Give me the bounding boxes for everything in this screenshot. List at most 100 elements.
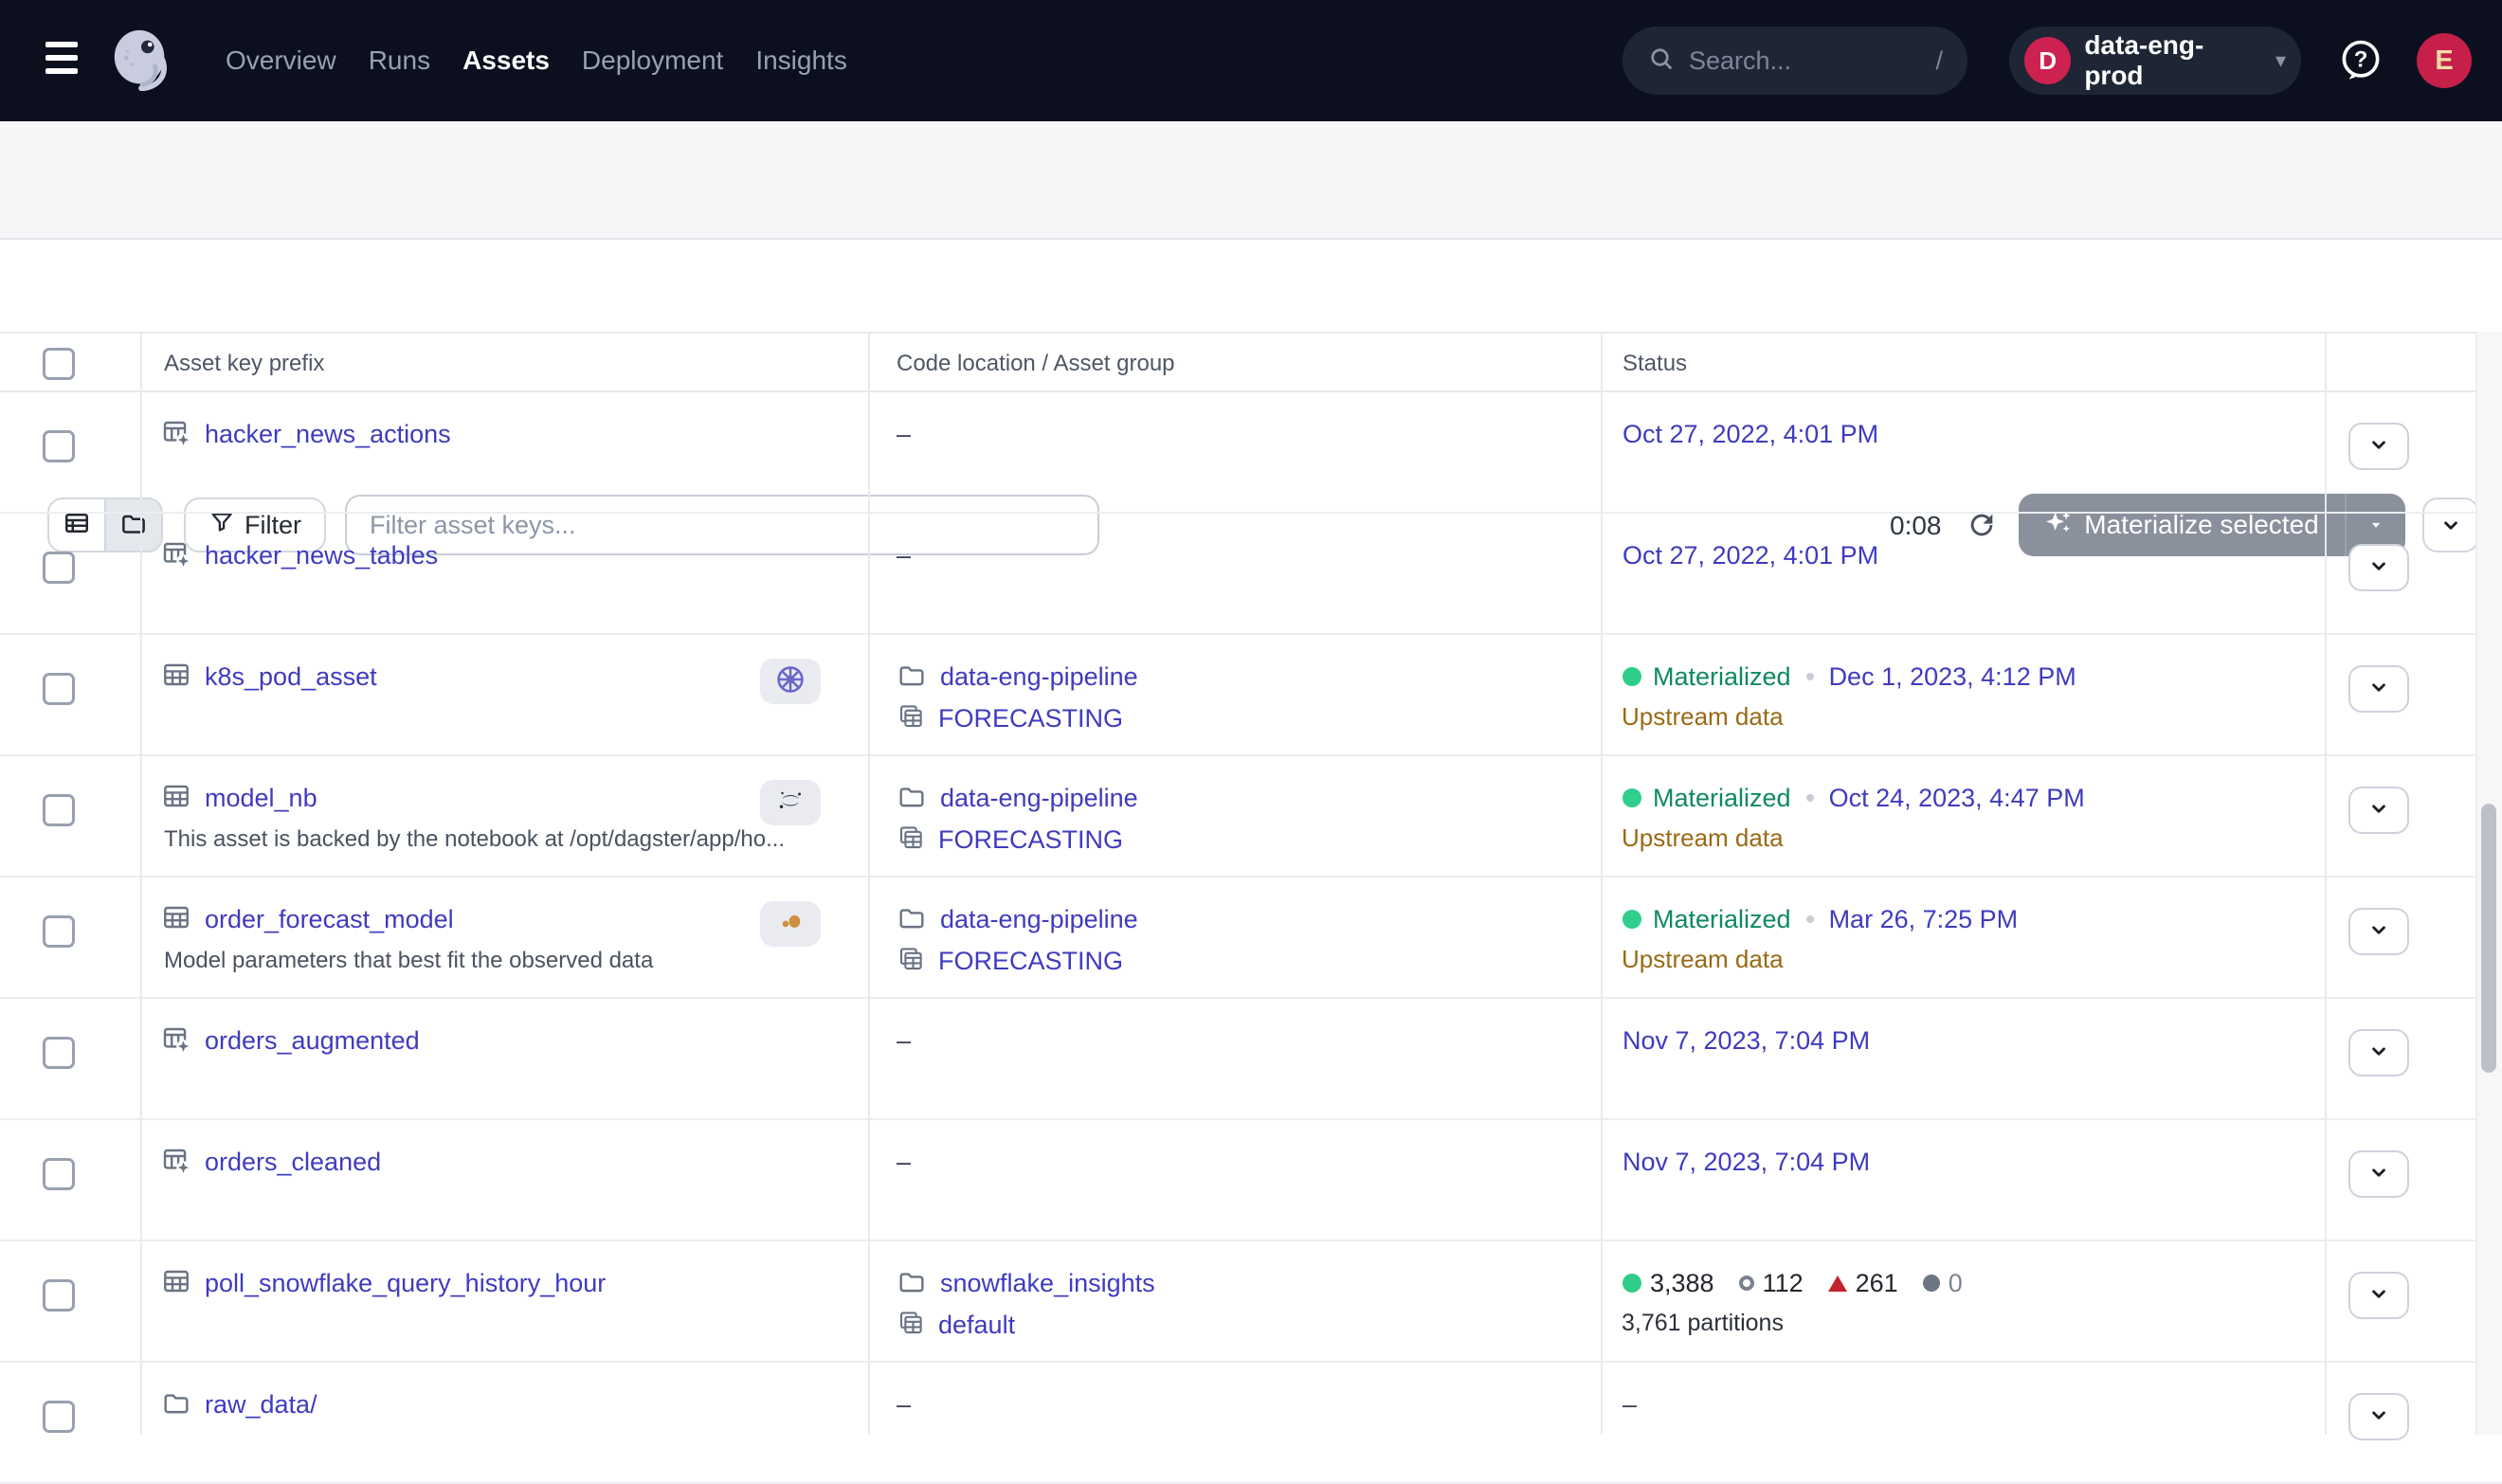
code-location-link[interactable]: data-eng-pipeline: [940, 905, 1138, 934]
empty-location-placeholder: –: [897, 1026, 911, 1056]
row-checkbox[interactable]: [43, 915, 75, 948]
row-expand-button[interactable]: [2348, 1272, 2409, 1319]
row-expand-button[interactable]: [2348, 665, 2409, 713]
search-placeholder: Search...: [1689, 46, 1935, 76]
asset-group-icon: [897, 1309, 925, 1342]
asset-key-link[interactable]: hacker_news_tables: [205, 541, 438, 570]
folder-icon: [161, 1387, 191, 1422]
code-location-link[interactable]: data-eng-pipeline: [940, 784, 1138, 813]
row-checkbox[interactable]: [43, 673, 75, 705]
code-location-link[interactable]: data-eng-pipeline: [940, 662, 1138, 692]
table-icon: [161, 1266, 191, 1301]
table-sparkle-icon: [161, 417, 191, 452]
row-expand-button[interactable]: [2348, 1150, 2409, 1198]
partition-count-failed: 261: [1828, 1269, 1898, 1298]
row-checkbox[interactable]: [43, 1401, 75, 1433]
row-checkbox[interactable]: [43, 1037, 75, 1069]
chevron-down-icon: [2366, 796, 2391, 825]
asset-description: Model parameters that best fit the obser…: [164, 948, 653, 974]
materialized-status-label: Materialized: [1653, 662, 1791, 692]
table-icon: [161, 902, 191, 937]
materialized-status-dot-icon: [1623, 788, 1641, 807]
table-header-row: Asset key prefix Code location / Asset g…: [0, 332, 2502, 392]
table-row: poll_snowflake_query_history_hour snowfl…: [0, 1241, 2502, 1363]
asset-key-link[interactable]: model_nb: [205, 784, 317, 813]
latest-materialization-link[interactable]: Nov 7, 2023, 7:04 PM: [1623, 1148, 1870, 1177]
asset-group-link[interactable]: FORECASTING: [938, 704, 1123, 733]
asset-key-link[interactable]: raw_data/: [205, 1390, 317, 1420]
empty-location-placeholder: –: [897, 541, 911, 570]
compute-kind-badge: [760, 780, 821, 825]
latest-materialization-link[interactable]: Oct 27, 2022, 4:01 PM: [1623, 420, 1878, 449]
deployment-switcher[interactable]: D data-eng-prod ▾: [2009, 27, 2301, 95]
asset-key-link[interactable]: k8s_pod_asset: [205, 662, 377, 692]
select-all-checkbox[interactable]: [43, 348, 75, 380]
nav-tab-overview[interactable]: Overview: [226, 45, 336, 76]
materialized-status-dot-icon: [1623, 910, 1641, 929]
column-header-status: Status: [1623, 334, 1687, 394]
hamburger-menu-icon[interactable]: [45, 42, 78, 80]
code-location-link[interactable]: snowflake_insights: [940, 1269, 1155, 1298]
latest-materialization-link[interactable]: Oct 24, 2023, 4:47 PM: [1829, 784, 2085, 813]
row-expand-button[interactable]: [2348, 908, 2409, 955]
chevron-down-icon: [2366, 1403, 2391, 1432]
latest-materialization-link[interactable]: Mar 26, 7:25 PM: [1829, 905, 2019, 934]
materialized-status-dot-icon: [1623, 667, 1641, 686]
chevron-down-icon: [2366, 675, 2391, 704]
assets-toolbar: Filter 0:08 Materialize selected: [0, 240, 2502, 332]
asset-group-link[interactable]: default: [938, 1311, 1015, 1340]
row-checkbox[interactable]: [43, 552, 75, 584]
upstream-data-label: Upstream data: [1622, 699, 1784, 733]
search-shortcut-hint: /: [1935, 46, 1943, 76]
asset-key-link[interactable]: orders_augmented: [205, 1026, 420, 1056]
latest-materialization-link[interactable]: Dec 1, 2023, 4:12 PM: [1829, 662, 2076, 692]
separator-dot-icon: [1806, 673, 1814, 680]
chevron-down-icon: [2366, 1160, 2391, 1189]
latest-materialization-link[interactable]: Oct 27, 2022, 4:01 PM: [1623, 541, 1878, 570]
asset-group-link[interactable]: FORECASTING: [938, 947, 1123, 976]
asset-group-link[interactable]: FORECASTING: [938, 825, 1123, 855]
row-expand-button[interactable]: [2348, 787, 2409, 834]
compute-kind-badge: [760, 901, 821, 947]
scrollbar-thumb[interactable]: [2481, 804, 2496, 1073]
notebook-icon: [776, 787, 805, 820]
search-input[interactable]: Search... /: [1623, 27, 1967, 95]
row-expand-button[interactable]: [2348, 544, 2409, 591]
asset-key-link[interactable]: hacker_news_actions: [205, 420, 451, 449]
chevron-down-icon: [2366, 1281, 2391, 1311]
materialized-count-dot-icon: [1623, 1274, 1641, 1293]
asset-key-link[interactable]: poll_snowflake_query_history_hour: [205, 1269, 606, 1298]
asset-key-link[interactable]: orders_cleaned: [205, 1148, 381, 1177]
row-expand-button[interactable]: [2348, 1029, 2409, 1077]
latest-materialization-link[interactable]: Nov 7, 2023, 7:04 PM: [1623, 1026, 1870, 1056]
asset-key-link[interactable]: order_forecast_model: [205, 905, 454, 934]
kubernetes-icon: [773, 662, 807, 701]
page-header: Assets View global asset lineage Reload …: [0, 121, 2502, 240]
partition-count-value: 112: [1763, 1269, 1804, 1298]
asset-group-icon: [897, 945, 925, 978]
nav-tab-runs[interactable]: Runs: [369, 45, 430, 76]
dagster-logo-icon[interactable]: [108, 27, 174, 98]
nav-tab-deployment[interactable]: Deployment: [582, 45, 723, 76]
row-checkbox[interactable]: [43, 1158, 75, 1190]
row-expand-button[interactable]: [2348, 423, 2409, 470]
chevron-down-icon: [2366, 917, 2391, 947]
svg-text:?: ?: [2354, 47, 2368, 73]
table-row: hacker_news_actions –Oct 27, 2022, 4:01 …: [0, 392, 2502, 514]
row-expand-button[interactable]: [2348, 1393, 2409, 1440]
help-icon[interactable]: ?: [2339, 38, 2383, 81]
nav-tab-insights[interactable]: Insights: [755, 45, 847, 76]
nav-tabs: Overview Runs Assets Deployment Insights: [226, 0, 847, 121]
partition-count-missing: 112: [1739, 1269, 1804, 1298]
separator-dot-icon: [1806, 915, 1814, 923]
folder-icon: [897, 781, 927, 816]
row-checkbox[interactable]: [43, 1279, 75, 1312]
missing-count-ring-icon: [1739, 1276, 1754, 1291]
asset-group-icon: [897, 823, 925, 857]
row-checkbox[interactable]: [43, 430, 75, 462]
user-avatar[interactable]: E: [2417, 33, 2472, 88]
nav-tab-assets[interactable]: Assets: [462, 45, 550, 76]
empty-location-placeholder: –: [897, 1148, 911, 1177]
chevron-down-icon: [2366, 432, 2391, 461]
row-checkbox[interactable]: [43, 794, 75, 826]
